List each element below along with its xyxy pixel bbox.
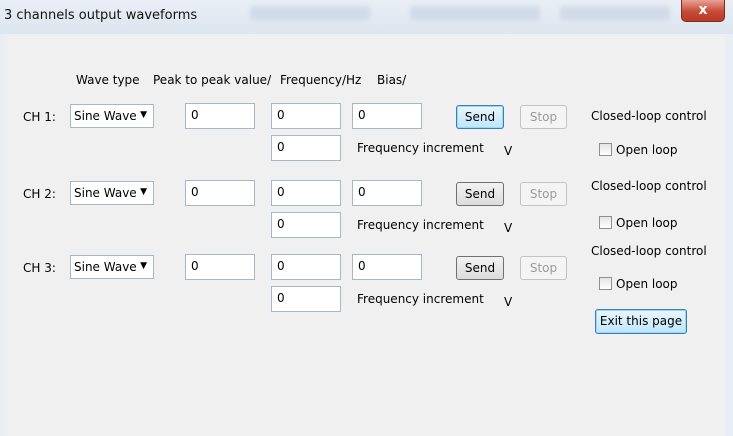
open-loop-checkbox[interactable]: Open loop (599, 216, 678, 230)
checkbox-icon (599, 216, 612, 229)
frequency-increment-label: Frequency increment (357, 218, 484, 232)
open-loop-checkbox[interactable]: Open loop (599, 277, 678, 291)
open-loop-label: Open loop (616, 277, 678, 291)
send-button[interactable]: Send (456, 105, 504, 129)
frequency-increment-input[interactable]: 0 (271, 212, 341, 238)
bias-input[interactable]: 0 (352, 180, 422, 206)
peak-input[interactable]: 0 (185, 103, 255, 129)
window-frame-left (0, 34, 7, 436)
chevron-down-icon: ▼ (140, 261, 147, 271)
wave-type-select[interactable]: Sine Wave ▼ (70, 181, 154, 205)
title-bar: 3 channels output waveforms x (0, 0, 733, 35)
peak-input[interactable]: 0 (185, 254, 255, 280)
header-frequency: Frequency/Hz (280, 73, 362, 87)
wave-type-value: Sine Wave (74, 109, 136, 123)
frequency-input[interactable]: 0 (271, 180, 341, 206)
frequency-increment-label: Frequency increment (357, 292, 484, 306)
open-loop-label: Open loop (616, 143, 678, 157)
closed-loop-control-label: Closed-loop control (591, 109, 707, 123)
frequency-input[interactable]: 0 (271, 254, 341, 280)
close-icon[interactable]: x (681, 0, 725, 22)
dialog-client-area: Wave type Peak to peak value/ Frequency/… (7, 34, 725, 436)
frequency-increment-input[interactable]: 0 (271, 286, 341, 312)
window-frame-right (725, 34, 733, 436)
bias-unit-label: V (504, 295, 513, 309)
background-window-ghost (560, 6, 670, 20)
background-window-ghost (250, 6, 370, 20)
wave-type-select[interactable]: Sine Wave ▼ (70, 104, 154, 128)
channel-label: CH 2: (23, 187, 56, 201)
checkbox-icon (599, 277, 612, 290)
send-button[interactable]: Send (456, 256, 504, 280)
background-window-ghost (410, 6, 540, 20)
peak-input[interactable]: 0 (185, 180, 255, 206)
send-button[interactable]: Send (456, 182, 504, 206)
bias-unit-label: V (504, 221, 513, 235)
wave-type-select[interactable]: Sine Wave ▼ (70, 255, 154, 279)
closed-loop-control-label: Closed-loop control (591, 179, 707, 193)
frequency-increment-label: Frequency increment (357, 141, 484, 155)
open-loop-checkbox[interactable]: Open loop (599, 143, 678, 157)
closed-loop-control-label: Closed-loop control (591, 244, 707, 258)
wave-type-value: Sine Wave (74, 186, 136, 200)
header-bias: Bias/ (377, 73, 407, 87)
chevron-down-icon: ▼ (140, 110, 147, 120)
channel-label: CH 3: (23, 261, 56, 275)
header-peak-to-peak: Peak to peak value/ (153, 73, 272, 87)
bias-input[interactable]: 0 (352, 103, 422, 129)
window-title: 3 channels output waveforms (4, 8, 198, 23)
checkbox-icon (599, 143, 612, 156)
stop-button[interactable]: Stop (520, 256, 567, 280)
exit-page-button[interactable]: Exit this page (595, 309, 687, 334)
header-wave-type: Wave type (76, 73, 140, 87)
bias-input[interactable]: 0 (352, 254, 422, 280)
channel-label: CH 1: (23, 110, 56, 124)
stop-button[interactable]: Stop (520, 182, 567, 206)
stop-button[interactable]: Stop (520, 105, 567, 129)
frequency-increment-input[interactable]: 0 (271, 135, 341, 161)
chevron-down-icon: ▼ (140, 187, 147, 197)
frequency-input[interactable]: 0 (271, 103, 341, 129)
bias-unit-label: V (504, 144, 513, 158)
open-loop-label: Open loop (616, 216, 678, 230)
wave-type-value: Sine Wave (74, 260, 136, 274)
